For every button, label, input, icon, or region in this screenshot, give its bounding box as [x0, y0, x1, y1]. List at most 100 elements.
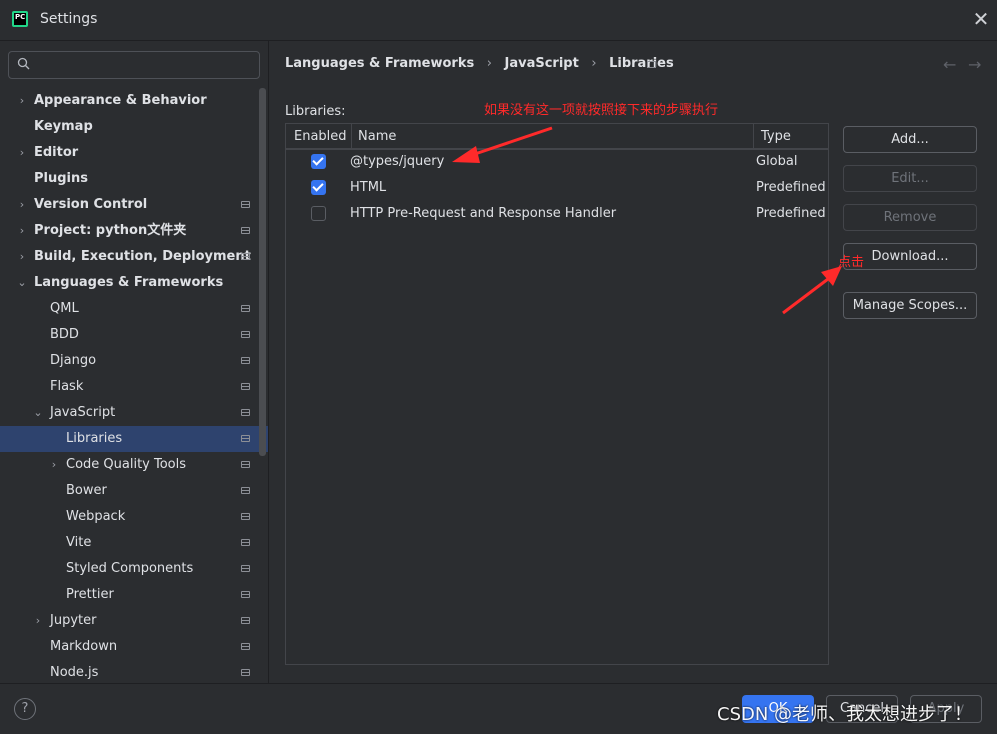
sidebar-item-label: QML: [50, 301, 79, 316]
sidebar-item[interactable]: › Editor: [0, 140, 268, 166]
sidebar-item[interactable]: Markdown: [0, 634, 268, 660]
remove-button[interactable]: Remove: [843, 204, 977, 231]
divider: [0, 40, 997, 41]
breadcrumb-separator: ›: [591, 56, 597, 71]
sidebar-item[interactable]: Bower: [0, 478, 268, 504]
divider: [0, 683, 997, 684]
sidebar-item-label: Vite: [66, 535, 92, 550]
project-scope-icon: [241, 669, 250, 676]
sidebar-item[interactable]: › Project: python文件夹: [0, 218, 268, 244]
search-input[interactable]: [8, 51, 260, 79]
sidebar-item[interactable]: Flask: [0, 374, 268, 400]
sidebar-item[interactable]: › Appearance & Behavior: [0, 88, 268, 114]
chevron-right-icon[interactable]: ›: [16, 244, 28, 270]
search-icon: [17, 57, 30, 70]
chevron-right-icon[interactable]: ›: [48, 452, 60, 478]
sidebar-item-label: BDD: [50, 327, 79, 342]
sidebar-item-label: Plugins: [34, 171, 88, 186]
enabled-checkbox[interactable]: [311, 206, 326, 221]
title-bar: PC Settings ✕: [0, 0, 997, 40]
project-scope-icon: [241, 461, 250, 468]
sidebar-item-label: Build, Execution, Deployment: [34, 249, 251, 264]
enabled-checkbox[interactable]: [311, 154, 326, 169]
chevron-down-icon[interactable]: ⌄: [16, 270, 28, 296]
library-name: HTTP Pre-Request and Response Handler: [350, 206, 617, 221]
edit-button[interactable]: Edit...: [843, 165, 977, 192]
project-scope-icon: [241, 435, 250, 442]
manage-scopes-button[interactable]: Manage Scopes...: [843, 292, 977, 319]
project-scope-icon: [241, 513, 250, 520]
library-type: Global: [756, 154, 798, 169]
sidebar-item[interactable]: Webpack: [0, 504, 268, 530]
sidebar-item[interactable]: Libraries: [0, 426, 268, 452]
sidebar-item[interactable]: Plugins: [0, 166, 268, 192]
sidebar-item-label: Styled Components: [66, 561, 194, 576]
breadcrumb-item[interactable]: Languages & Frameworks: [285, 56, 474, 71]
project-scope-icon: [241, 331, 250, 338]
pycharm-logo-icon: PC: [12, 11, 28, 27]
library-type: Predefined: [756, 206, 826, 221]
sidebar-item[interactable]: Styled Components: [0, 556, 268, 582]
table-row[interactable]: HTML Predefined: [286, 175, 828, 201]
back-arrow-icon[interactable]: ←: [943, 55, 956, 74]
sidebar-item-label: Webpack: [66, 509, 126, 524]
watermark: CSDN @老师、我太想进步了！: [717, 704, 973, 725]
sidebar-item-label: Code Quality Tools: [66, 457, 187, 472]
sidebar-item[interactable]: ⌄ Languages & Frameworks: [0, 270, 268, 296]
sidebar-item[interactable]: Keymap: [0, 114, 268, 140]
sidebar-item-label: Project: python文件夹: [34, 223, 187, 238]
table-row[interactable]: @types/jquery Global: [286, 149, 828, 175]
chevron-right-icon[interactable]: ›: [16, 88, 28, 114]
project-scope-icon: [241, 539, 250, 546]
sidebar-item-label: Keymap: [34, 119, 93, 134]
sidebar-item-label: Node.js: [50, 665, 99, 680]
project-scope-icon: [241, 227, 250, 234]
sidebar-scrollbar[interactable]: [259, 88, 266, 456]
add-button[interactable]: Add...: [843, 126, 977, 153]
sidebar-item[interactable]: Django: [0, 348, 268, 374]
sidebar-item[interactable]: Prettier: [0, 582, 268, 608]
chevron-right-icon[interactable]: ›: [16, 192, 28, 218]
sidebar-item[interactable]: BDD: [0, 322, 268, 348]
close-icon[interactable]: ✕: [968, 6, 994, 32]
sidebar-item-label: Bower: [66, 483, 107, 498]
breadcrumb-item: Libraries: [609, 56, 674, 71]
sidebar-item-label: Markdown: [50, 639, 118, 654]
enabled-checkbox[interactable]: [311, 180, 326, 195]
chevron-down-icon[interactable]: ⌄: [32, 400, 44, 426]
sidebar-item[interactable]: QML: [0, 296, 268, 322]
project-scope-icon: [647, 61, 656, 68]
chevron-right-icon[interactable]: ›: [16, 140, 28, 166]
sidebar-item[interactable]: Vite: [0, 530, 268, 556]
breadcrumb-item[interactable]: JavaScript: [505, 56, 579, 71]
sidebar-item-label: Jupyter: [50, 613, 97, 628]
sidebar-item[interactable]: ⌄ JavaScript: [0, 400, 268, 426]
chevron-right-icon[interactable]: ›: [16, 218, 28, 244]
sidebar-item[interactable]: › Code Quality Tools: [0, 452, 268, 478]
column-header-type[interactable]: Type: [754, 124, 828, 149]
sidebar-item[interactable]: Node.js: [0, 660, 268, 684]
sidebar-item-label: Version Control: [34, 197, 148, 212]
column-header-name[interactable]: Name: [352, 124, 754, 149]
libraries-table: Enabled Name Type @types/jquery Global H…: [285, 123, 829, 665]
project-scope-icon: [241, 643, 250, 650]
sidebar-item-label: Flask: [50, 379, 84, 394]
project-scope-icon: [241, 565, 250, 572]
forward-arrow-icon[interactable]: →: [968, 55, 981, 74]
annotation-click: 点击: [838, 255, 865, 270]
sidebar-item[interactable]: › Build, Execution, Deployment: [0, 244, 268, 270]
sidebar-item[interactable]: › Version Control: [0, 192, 268, 218]
window-title: Settings: [40, 11, 98, 27]
library-name: @types/jquery: [350, 154, 445, 169]
sidebar-item[interactable]: › Jupyter: [0, 608, 268, 634]
sidebar-item-label: Languages & Frameworks: [34, 275, 224, 290]
project-scope-icon: [241, 617, 250, 624]
sidebar-item-label: Appearance & Behavior: [34, 93, 207, 108]
breadcrumb: Languages & Frameworks › JavaScript › Li…: [285, 56, 682, 74]
column-header-enabled[interactable]: Enabled: [286, 124, 351, 149]
table-row[interactable]: HTTP Pre-Request and Response Handler Pr…: [286, 201, 828, 227]
sidebar-item-label: Django: [50, 353, 97, 368]
help-icon[interactable]: ?: [14, 698, 36, 720]
chevron-right-icon[interactable]: ›: [32, 608, 44, 634]
project-scope-icon: [241, 201, 250, 208]
